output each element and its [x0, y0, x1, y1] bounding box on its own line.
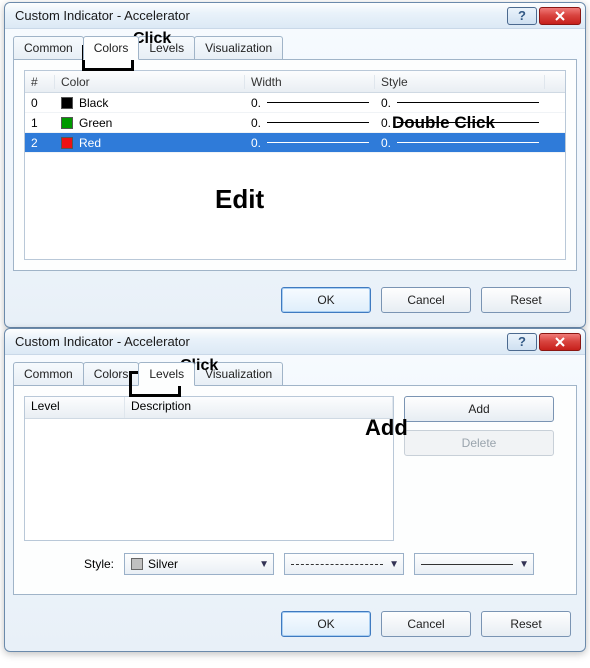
titlebar-buttons: ?	[507, 7, 581, 25]
ok-button[interactable]: OK	[281, 287, 371, 313]
tab-common[interactable]: Common	[13, 36, 84, 60]
line-preview-icon	[267, 122, 369, 123]
tab-common[interactable]: Common	[13, 362, 84, 386]
dialog-colors: Custom Indicator - Accelerator ? Common …	[4, 2, 586, 328]
help-button[interactable]: ?	[507, 7, 537, 25]
color-swatch-icon	[61, 137, 73, 149]
add-button[interactable]: Add	[404, 396, 554, 422]
color-swatch-icon	[61, 117, 73, 129]
cell-idx: 1	[25, 116, 55, 130]
color-swatch-icon	[131, 558, 143, 570]
tab-colors[interactable]: Colors	[83, 362, 140, 386]
style-linetype-combo[interactable]: ▼	[284, 553, 404, 575]
solid-line-icon	[421, 564, 513, 565]
dialog-buttons: OK Cancel Reset	[5, 603, 585, 651]
window-title: Custom Indicator - Accelerator	[15, 8, 190, 23]
line-preview-icon	[397, 122, 539, 123]
titlebar[interactable]: Custom Indicator - Accelerator ?	[5, 329, 585, 355]
titlebar[interactable]: Custom Indicator - Accelerator ?	[5, 3, 585, 29]
delete-button[interactable]: Delete	[404, 430, 554, 456]
tabstrip: Common Colors Levels Visualization	[13, 361, 577, 385]
table-row[interactable]: 0 Black 0. 0.	[25, 93, 565, 113]
window-title: Custom Indicator - Accelerator	[15, 334, 190, 349]
levels-side-buttons: Add Delete	[404, 396, 554, 541]
table-header: # Color Width Style	[25, 71, 565, 93]
tab-visualization[interactable]: Visualization	[194, 362, 283, 386]
col-width: Width	[245, 75, 375, 89]
tabstrip: Common Colors Levels Visualization	[13, 35, 577, 59]
tab-levels[interactable]: Levels	[138, 36, 195, 60]
reset-button[interactable]: Reset	[481, 287, 571, 313]
dashed-line-icon	[291, 564, 383, 565]
line-preview-icon	[397, 142, 539, 143]
cancel-button[interactable]: Cancel	[381, 287, 471, 313]
cell-idx: 0	[25, 96, 55, 110]
cancel-button[interactable]: Cancel	[381, 611, 471, 637]
cell-style[interactable]: 0.	[375, 136, 545, 150]
line-preview-icon	[397, 102, 539, 103]
chevron-down-icon: ▼	[389, 559, 399, 570]
cell-color[interactable]: Black	[55, 96, 245, 110]
style-color-combo[interactable]: Silver ▼	[124, 553, 274, 575]
line-preview-icon	[267, 142, 369, 143]
ok-button[interactable]: OK	[281, 611, 371, 637]
cell-width[interactable]: 0.	[245, 116, 375, 130]
color-swatch-icon	[61, 97, 73, 109]
col-idx: #	[25, 75, 55, 89]
close-icon	[554, 336, 566, 348]
cell-style[interactable]: 0.	[375, 116, 545, 130]
tabpanel-colors: # Color Width Style 0 Black 0. 0. 1 Gree…	[13, 59, 577, 271]
col-level: Level	[25, 397, 125, 418]
tab-visualization[interactable]: Visualization	[194, 36, 283, 60]
cell-style[interactable]: 0.	[375, 96, 545, 110]
tab-colors[interactable]: Colors	[83, 36, 140, 60]
style-lineweight-combo[interactable]: ▼	[414, 553, 534, 575]
dialog-buttons: OK Cancel Reset	[5, 279, 585, 327]
close-button[interactable]	[539, 7, 581, 25]
table-row[interactable]: 1 Green 0. 0.	[25, 113, 565, 133]
chevron-down-icon: ▼	[259, 559, 269, 570]
line-preview-icon	[267, 102, 369, 103]
reset-button[interactable]: Reset	[481, 611, 571, 637]
col-style: Style	[375, 75, 545, 89]
tab-levels[interactable]: Levels	[138, 362, 195, 386]
style-row: Style: Silver ▼ ▼ ▼	[24, 553, 566, 575]
levels-table[interactable]: Level Description	[24, 396, 394, 541]
chevron-down-icon: ▼	[519, 559, 529, 570]
col-color: Color	[55, 75, 245, 89]
close-button[interactable]	[539, 333, 581, 351]
cell-color[interactable]: Red	[55, 136, 245, 150]
dialog-levels: Custom Indicator - Accelerator ? Common …	[4, 328, 586, 652]
cell-color[interactable]: Green	[55, 116, 245, 130]
close-icon	[554, 10, 566, 22]
col-description: Description	[125, 397, 393, 418]
style-label: Style:	[84, 557, 114, 571]
table-row-selected[interactable]: 2 Red 0. 0.	[25, 133, 565, 153]
tabpanel-levels: Level Description Add Delete Style: Silv…	[13, 385, 577, 595]
colors-table[interactable]: # Color Width Style 0 Black 0. 0. 1 Gree…	[24, 70, 566, 260]
cell-idx: 2	[25, 136, 55, 150]
cell-width[interactable]: 0.	[245, 96, 375, 110]
titlebar-buttons: ?	[507, 333, 581, 351]
cell-width[interactable]: 0.	[245, 136, 375, 150]
table-header: Level Description	[25, 397, 393, 419]
help-button[interactable]: ?	[507, 333, 537, 351]
